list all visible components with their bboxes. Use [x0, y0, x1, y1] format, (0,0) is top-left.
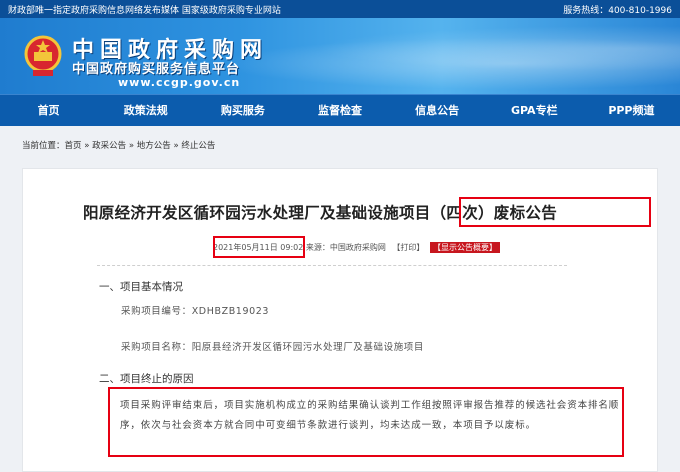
project-name: 采购项目名称：阳原县经济开发区循环园污水处理厂及基础设施项目 [121, 342, 425, 353]
date-highlight-box [213, 236, 305, 258]
breadcrumb-announcements[interactable]: 政采公告 [92, 141, 126, 151]
breadcrumb-termination[interactable]: 终止公告 [181, 141, 215, 151]
nav-purchase-services[interactable]: 购买服务 [194, 95, 291, 127]
top-info-bar: 财政部唯一指定政府采购信息网络发布媒体 国家级政府采购专业网站 服务热线：400… [0, 0, 680, 18]
article-panel: 阳原经济开发区循环园污水处理厂及基础设施项目（四次）废标公告 2021年05月1… [22, 168, 658, 472]
show-summary-button[interactable]: 【显示公告概要】 [429, 242, 500, 253]
national-emblem-icon [24, 35, 62, 76]
breadcrumb-home[interactable]: 首页 [65, 141, 82, 151]
breadcrumb-label: 当前位置： [22, 141, 65, 151]
section2-heading: 二、项目终止的原因 [99, 373, 194, 385]
nav-gpa[interactable]: GPA专栏 [486, 95, 583, 127]
section1-heading: 一、项目基本情况 [99, 281, 183, 293]
breadcrumb-local[interactable]: 地方公告 [137, 141, 171, 151]
termination-reason: 项目采购评审结束后，项目实施机构成立的采购结果确认谈判工作组按照评审报告推荐的候… [120, 400, 620, 431]
nav-home[interactable]: 首页 [0, 95, 97, 127]
spacer [0, 126, 680, 136]
article-source: 来源：中国政府采购网 [305, 243, 386, 252]
divider [97, 265, 567, 266]
breadcrumb: 当前位置：首页 » 政采公告 » 地方公告 » 终止公告 [0, 136, 680, 156]
main-nav: 首页 政策法规 购买服务 监督检查 信息公告 GPA专栏 PPP频道 [0, 94, 680, 126]
title-highlight-box [459, 197, 651, 227]
nav-ppp[interactable]: PPP频道 [583, 95, 680, 127]
project-number: 采购项目编号：XDHBZB19023 [121, 306, 270, 317]
site-header: 中国政府采购网 中国政府购买服务信息平台 www.ccgp.gov.cn [0, 18, 680, 94]
site-tagline: 财政部唯一指定政府采购信息网络发布媒体 国家级政府采购专业网站 [8, 5, 281, 16]
logo-url: www.ccgp.gov.cn [118, 76, 241, 89]
print-link[interactable]: 【打印】 [392, 243, 424, 252]
nav-policy[interactable]: 政策法规 [97, 95, 194, 127]
service-hotline: 服务热线：400-810-1996 [563, 5, 672, 16]
nav-supervision[interactable]: 监督检查 [291, 95, 388, 127]
nav-announcements[interactable]: 信息公告 [389, 95, 486, 127]
logo-subtitle: 中国政府购买服务信息平台 [72, 62, 241, 77]
